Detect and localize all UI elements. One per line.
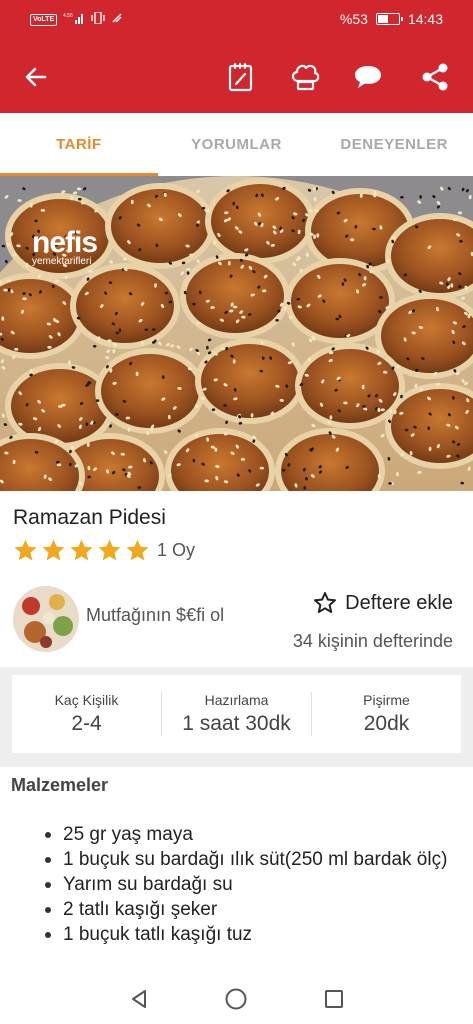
list-item: 1 buçuk tatlı kaşığı tuz bbox=[44, 922, 459, 947]
prep-time-value: 1 saat 30dk bbox=[182, 712, 291, 735]
prep-time-label: Hazırlama bbox=[204, 692, 269, 708]
notes-button[interactable] bbox=[222, 58, 260, 96]
seed bbox=[233, 305, 238, 309]
nfc-icon bbox=[111, 12, 123, 27]
chef-button[interactable] bbox=[286, 58, 324, 96]
circle-home-icon bbox=[225, 988, 247, 1009]
star-icon[interactable] bbox=[13, 538, 38, 563]
seed bbox=[47, 345, 52, 349]
nav-back-button[interactable] bbox=[124, 984, 154, 1014]
notebook-count: 34 kişinin defterinde bbox=[292, 631, 453, 651]
star-icon[interactable] bbox=[69, 538, 94, 563]
share-icon bbox=[422, 63, 448, 91]
cook-time-value: 20dk bbox=[363, 712, 410, 735]
toolbar bbox=[0, 40, 473, 113]
chef-hat-icon bbox=[291, 64, 320, 91]
tab-bar: TARİF YORUMLAR DENEYENLER bbox=[0, 113, 473, 176]
cook-time-info: Pişirme 20dk bbox=[311, 692, 461, 736]
bread-segment bbox=[165, 428, 275, 491]
star-outline-icon bbox=[314, 592, 337, 613]
recipe-info-band: Kaç Kişilik 2-4 Hazırlama 1 saat 30dk Pi… bbox=[0, 667, 473, 767]
seed bbox=[12, 253, 18, 257]
add-to-notebook-button[interactable]: Deftere ekle bbox=[313, 591, 453, 615]
bread-segment bbox=[95, 348, 205, 434]
volte-badge: VoLTE bbox=[30, 13, 58, 26]
nav-recents-button[interactable] bbox=[319, 984, 349, 1014]
list-item: 25 gr yaş maya bbox=[44, 822, 459, 847]
comment-icon bbox=[355, 66, 381, 88]
ingredients-list: 25 gr yaş maya 1 buçuk su bardağı ılık s… bbox=[44, 822, 459, 947]
servings-label: Kaç Kişilik bbox=[54, 692, 119, 708]
vibrate-icon bbox=[91, 11, 105, 27]
speed-text: 4.56 bbox=[63, 13, 73, 19]
prep-time-info: Hazırlama 1 saat 30dk bbox=[161, 692, 311, 736]
avatar[interactable] bbox=[13, 586, 79, 652]
add-to-notebook-label: Deftere ekle bbox=[345, 591, 453, 614]
list-item: 1 buçuk su bardağı ılık süt(250 ml barda… bbox=[44, 847, 459, 872]
bread-segment bbox=[385, 213, 473, 299]
star-icon[interactable] bbox=[97, 538, 122, 563]
seed bbox=[396, 472, 399, 477]
star-icon[interactable] bbox=[125, 538, 150, 563]
share-button[interactable] bbox=[416, 58, 454, 96]
tab-comments[interactable]: YORUMLAR bbox=[158, 113, 316, 176]
star-icon[interactable] bbox=[41, 538, 66, 563]
bread-segment bbox=[0, 273, 85, 359]
seed bbox=[372, 227, 376, 231]
triangle-back-icon bbox=[131, 989, 146, 1008]
author-name[interactable]: Mutfağının $€fi ol bbox=[86, 605, 224, 626]
rating-count: 1 Oy bbox=[157, 540, 196, 560]
system-nav-bar bbox=[0, 973, 473, 1024]
servings-info: Kaç Kişilik 2-4 bbox=[12, 692, 161, 736]
seed bbox=[362, 405, 366, 408]
ingredients-title: Malzemeler bbox=[11, 775, 109, 795]
bread-segment bbox=[295, 343, 405, 429]
recipe-title: Ramazan Pidesi bbox=[13, 506, 166, 529]
servings-value: 2-4 bbox=[71, 712, 102, 735]
square-recents-icon bbox=[325, 989, 344, 1008]
list-item: Yarım su bardağı su bbox=[44, 872, 459, 897]
list-item: 2 tatlı kaşığı şeker bbox=[44, 897, 459, 922]
battery-percent: %53 bbox=[339, 11, 368, 27]
tab-tried[interactable]: DENEYENLER bbox=[315, 113, 473, 176]
watermark-logo: nefis yemektarifleri bbox=[32, 226, 98, 267]
star-rating[interactable]: 1 Oy bbox=[13, 538, 195, 563]
recipe-photo[interactable]: nefis yemektarifleri bbox=[0, 176, 473, 491]
back-button[interactable] bbox=[17, 58, 55, 96]
signal-icon: 4.56 bbox=[63, 12, 85, 27]
clock: 14:43 bbox=[407, 11, 443, 27]
bread-segment bbox=[275, 428, 385, 491]
notepad-icon bbox=[228, 63, 253, 92]
recipe-info-card: Kaç Kişilik 2-4 Hazırlama 1 saat 30dk Pi… bbox=[12, 675, 461, 753]
arrow-left-icon bbox=[25, 67, 47, 87]
cook-time-label: Pişirme bbox=[363, 692, 410, 708]
bread-segment bbox=[205, 178, 315, 264]
battery-icon bbox=[375, 13, 403, 25]
status-bar: VoLTE 4.56 %53 14:43 bbox=[0, 0, 473, 40]
comment-button[interactable] bbox=[349, 58, 387, 96]
nav-home-button[interactable] bbox=[221, 984, 251, 1014]
tab-recipe[interactable]: TARİF bbox=[0, 113, 158, 176]
